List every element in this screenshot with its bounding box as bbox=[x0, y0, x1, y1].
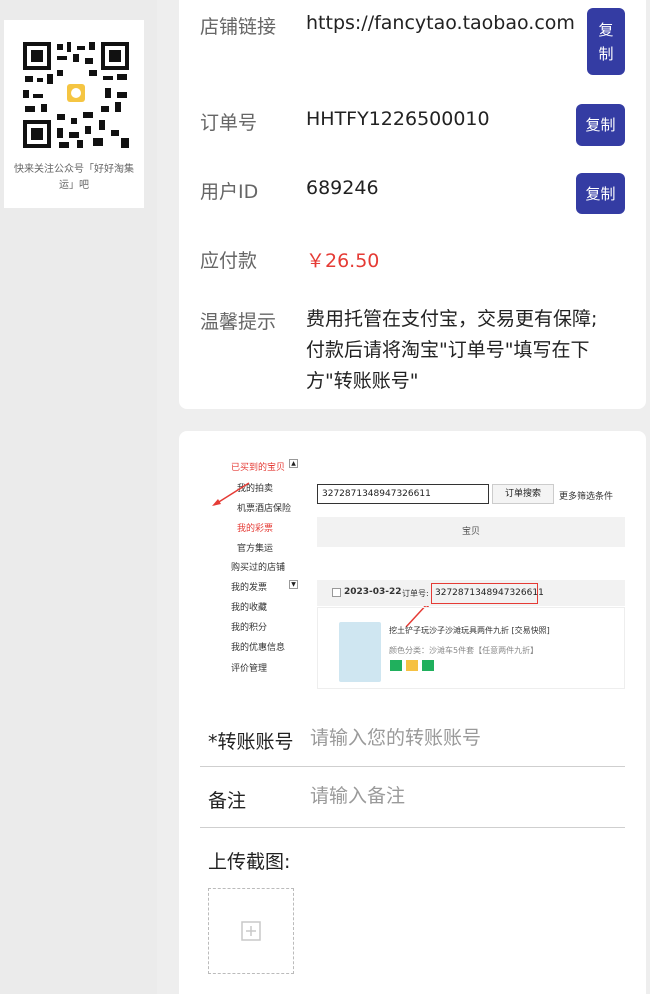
example-order-prefix: 订单号: bbox=[402, 589, 429, 598]
user-id-value: 689246 bbox=[306, 177, 379, 199]
transfer-form-card: 已买到的宝贝 ▲ 我的拍卖 机票酒店保险 我的彩票 官方集运 购买过的店铺 我的… bbox=[179, 431, 646, 994]
example-order-date: 2023-03-22 bbox=[344, 587, 402, 597]
shop-link-value: https://fancytao.taobao.com bbox=[306, 12, 575, 34]
amount-due-value: ￥26.50 bbox=[306, 250, 380, 272]
left-sidebar: 快来关注公众号「好好淘集运」吧 bbox=[0, 0, 157, 994]
remark-label: 备注 bbox=[208, 790, 247, 812]
transfer-account-label: *转账账号 bbox=[208, 731, 294, 753]
copy-user-id-button[interactable]: 复制 bbox=[576, 173, 625, 214]
tip-text: 费用托管在支付宝，交易更有保障;付款后请将淘宝"订单号"填写在下方"转账账号" bbox=[306, 308, 598, 392]
transfer-account-input[interactable] bbox=[310, 723, 610, 753]
copy-order-number-button[interactable]: 复制 bbox=[576, 104, 625, 146]
copy-shop-link-button[interactable]: 复制 bbox=[587, 8, 625, 75]
badge-icon bbox=[406, 660, 418, 671]
remark-input[interactable] bbox=[310, 781, 610, 811]
example-product-title: 挖土铲子玩沙子沙滩玩具两件九折 [交易快照] bbox=[389, 626, 550, 635]
add-icon bbox=[241, 921, 261, 941]
upload-label: 上传截图: bbox=[208, 851, 291, 873]
qr-code bbox=[21, 40, 131, 150]
qr-card: 快来关注公众号「好好淘集运」吧 bbox=[4, 20, 144, 208]
remark-row: 备注 bbox=[200, 767, 625, 828]
transfer-account-row: *转账账号 bbox=[200, 711, 625, 767]
example-search-input: 3272871348947326611 bbox=[317, 484, 489, 504]
amount-due-label: 应付款 bbox=[200, 250, 258, 272]
order-number-value: HHTFY1226500010 bbox=[306, 108, 490, 130]
checkbox-icon bbox=[332, 588, 341, 597]
example-screenshot: 已买到的宝贝 ▲ 我的拍卖 机票酒店保险 我的彩票 官方集运 购买过的店铺 我的… bbox=[209, 447, 629, 697]
badge-icon bbox=[422, 660, 434, 671]
example-search-button: 订单搜索 bbox=[492, 484, 554, 504]
upload-screenshot-button[interactable] bbox=[208, 888, 294, 974]
example-column-header: 宝贝 bbox=[317, 517, 625, 547]
shop-link-label: 店铺链接 bbox=[200, 16, 277, 38]
example-order-number-highlight: 3272871348947326611 bbox=[431, 583, 544, 604]
order-info-card: 店铺链接 https://fancytao.taobao.com 复制 订单号 … bbox=[179, 0, 646, 409]
example-product-image bbox=[339, 622, 381, 682]
badge-icon bbox=[390, 660, 402, 671]
qr-caption: 快来关注公众号「好好淘集运」吧 bbox=[14, 164, 134, 191]
tip-label: 温馨提示 bbox=[200, 311, 277, 333]
example-product-spec: 颜色分类：沙滩车5件套【任意两件九折】 bbox=[389, 646, 539, 655]
order-number-label: 订单号 bbox=[200, 112, 258, 134]
example-more-filter: 更多筛选条件 bbox=[559, 492, 614, 502]
user-id-label: 用户ID bbox=[200, 181, 259, 203]
